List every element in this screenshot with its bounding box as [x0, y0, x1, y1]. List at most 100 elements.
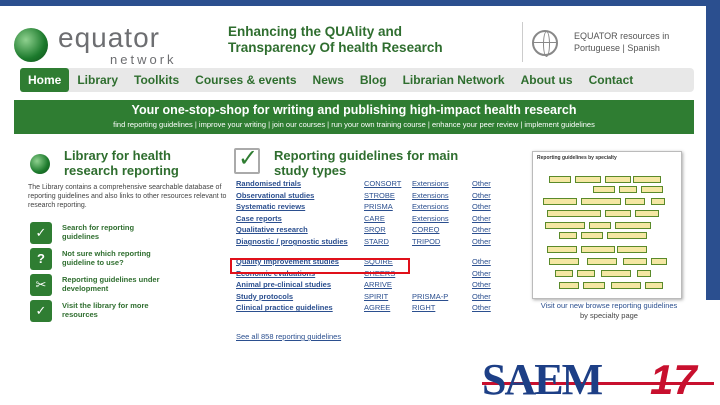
- guideline-cell[interactable]: Other: [472, 292, 496, 301]
- library-title[interactable]: Library for health research reporting: [64, 148, 214, 178]
- specialty-node[interactable]: [605, 210, 631, 217]
- highlight-box: [230, 258, 410, 274]
- guideline-cell[interactable]: Clinical practice guidelines: [236, 303, 360, 312]
- guideline-cell[interactable]: AGREE: [364, 303, 408, 312]
- banner-links[interactable]: find reporting guidelines | improve your…: [14, 120, 694, 129]
- guideline-cell[interactable]: Other: [472, 191, 496, 200]
- guideline-cell[interactable]: Other: [472, 214, 496, 223]
- library-action[interactable]: ? Not sure which reporting guideline to u…: [28, 248, 228, 274]
- nav-item-courses-events[interactable]: Courses & events: [187, 68, 304, 92]
- guideline-cell[interactable]: SPIRIT: [364, 292, 408, 301]
- guideline-cell[interactable]: Randomised trials: [236, 179, 360, 188]
- specialty-node[interactable]: [641, 186, 663, 193]
- guideline-cell[interactable]: Study protocols: [236, 292, 360, 301]
- library-action-label[interactable]: Visit the library for more resources: [62, 301, 172, 319]
- specialty-node[interactable]: [559, 232, 577, 239]
- nav-item-library[interactable]: Library: [69, 68, 126, 92]
- guideline-cell[interactable]: STARD: [364, 237, 408, 246]
- specialty-node[interactable]: [589, 222, 611, 229]
- guideline-cell[interactable]: Other: [472, 202, 496, 211]
- guideline-cell[interactable]: TRIPOD: [412, 237, 468, 246]
- nav-item-home[interactable]: Home: [20, 68, 70, 92]
- guideline-cell[interactable]: Diagnostic / prognostic studies: [236, 237, 360, 246]
- specialty-node[interactable]: [577, 270, 595, 277]
- guideline-cell[interactable]: Other: [472, 269, 496, 278]
- specialty-node[interactable]: [581, 198, 621, 205]
- specialty-node[interactable]: [555, 270, 573, 277]
- see-all-guidelines-link[interactable]: See all 858 reporting guidelines: [236, 332, 341, 341]
- specialty-node[interactable]: [581, 246, 615, 253]
- guideline-cell[interactable]: Other: [472, 280, 496, 289]
- specialty-node[interactable]: [633, 176, 661, 183]
- language-links[interactable]: EQUATOR resources in Portuguese | Spanis…: [574, 30, 684, 54]
- specialty-node[interactable]: [625, 198, 645, 205]
- specialty-node[interactable]: [651, 198, 665, 205]
- specialty-node[interactable]: [549, 176, 571, 183]
- nav-item-news[interactable]: News: [305, 68, 352, 92]
- library-action[interactable]: ✂ Reporting guidelines under development: [28, 274, 228, 300]
- specialty-node[interactable]: [617, 246, 647, 253]
- specialty-node[interactable]: [587, 258, 617, 265]
- specialty-node[interactable]: [545, 222, 585, 229]
- specialty-node[interactable]: [605, 176, 631, 183]
- guideline-cell[interactable]: Extensions: [412, 202, 468, 211]
- specialty-node[interactable]: [559, 282, 579, 289]
- guideline-cell[interactable]: ARRIVE: [364, 280, 408, 289]
- nav-item-about-us[interactable]: About us: [513, 68, 581, 92]
- guideline-cell[interactable]: Other: [472, 225, 496, 234]
- guideline-cell[interactable]: CARE: [364, 214, 408, 223]
- guideline-cell[interactable]: Extensions: [412, 214, 468, 223]
- nav-item-contact[interactable]: Contact: [581, 68, 642, 92]
- specialty-node[interactable]: [615, 222, 651, 229]
- guideline-cell[interactable]: Systematic reviews: [236, 202, 360, 211]
- specialty-node[interactable]: [645, 282, 663, 289]
- specialty-node[interactable]: [601, 270, 631, 277]
- specialty-node[interactable]: [635, 210, 659, 217]
- guideline-cell[interactable]: Extensions: [412, 179, 468, 188]
- guideline-row: Randomised trials CONSORT Extensions Other: [236, 179, 496, 191]
- guideline-cell[interactable]: PRISMA-P: [412, 292, 468, 301]
- equator-logo[interactable]: equator network: [14, 12, 214, 70]
- specialty-node[interactable]: [593, 186, 615, 193]
- guideline-cell[interactable]: CONSORT: [364, 179, 408, 188]
- specialty-node[interactable]: [543, 198, 577, 205]
- guideline-cell[interactable]: Animal pre-clinical studies: [236, 280, 360, 289]
- specialty-node[interactable]: [611, 282, 641, 289]
- guideline-cell[interactable]: Case reports: [236, 214, 360, 223]
- library-action[interactable]: ✓ Visit the library for more resources: [28, 300, 228, 326]
- specialty-diagram[interactable]: Reporting guidelines by specialty: [532, 151, 682, 299]
- nav-item-toolkits[interactable]: Toolkits: [126, 68, 187, 92]
- specialty-caption[interactable]: Visit our new browse reporting guideline…: [534, 301, 684, 321]
- specialty-node[interactable]: [637, 270, 651, 277]
- guideline-cell[interactable]: PRISMA: [364, 202, 408, 211]
- guideline-cell[interactable]: COREQ: [412, 225, 468, 234]
- specialty-node[interactable]: [651, 258, 667, 265]
- specialty-node[interactable]: [607, 232, 647, 239]
- specialty-node[interactable]: [575, 176, 601, 183]
- specialty-node[interactable]: [623, 258, 647, 265]
- specialty-node[interactable]: [547, 210, 601, 217]
- specialty-node[interactable]: [549, 258, 579, 265]
- library-action-label[interactable]: Reporting guidelines under development: [62, 275, 172, 293]
- library-action-label[interactable]: Search for reporting guidelines: [62, 223, 172, 241]
- guideline-cell[interactable]: Other: [472, 237, 496, 246]
- library-action-label[interactable]: Not sure which reporting guideline to us…: [62, 249, 172, 267]
- guideline-cell[interactable]: Other: [472, 303, 496, 312]
- guideline-cell[interactable]: Qualitative research: [236, 225, 360, 234]
- specialty-node[interactable]: [583, 282, 605, 289]
- specialty-node[interactable]: [581, 232, 603, 239]
- language-globe-icon[interactable]: [532, 30, 558, 57]
- guideline-cell[interactable]: STROBE: [364, 191, 408, 200]
- specialty-node[interactable]: [619, 186, 637, 193]
- library-action[interactable]: ✓ Search for reporting guidelines: [28, 222, 228, 248]
- globe-icon: [14, 28, 48, 62]
- guideline-cell[interactable]: Other: [472, 257, 496, 266]
- guideline-cell[interactable]: Extensions: [412, 191, 468, 200]
- specialty-node[interactable]: [547, 246, 577, 253]
- guideline-cell[interactable]: Other: [472, 179, 496, 188]
- guideline-cell[interactable]: RIGHT: [412, 303, 468, 312]
- nav-item-librarian-network[interactable]: Librarian Network: [395, 68, 513, 92]
- guideline-cell[interactable]: SRQR: [364, 225, 408, 234]
- guideline-cell[interactable]: Observational studies: [236, 191, 360, 200]
- nav-item-blog[interactable]: Blog: [352, 68, 395, 92]
